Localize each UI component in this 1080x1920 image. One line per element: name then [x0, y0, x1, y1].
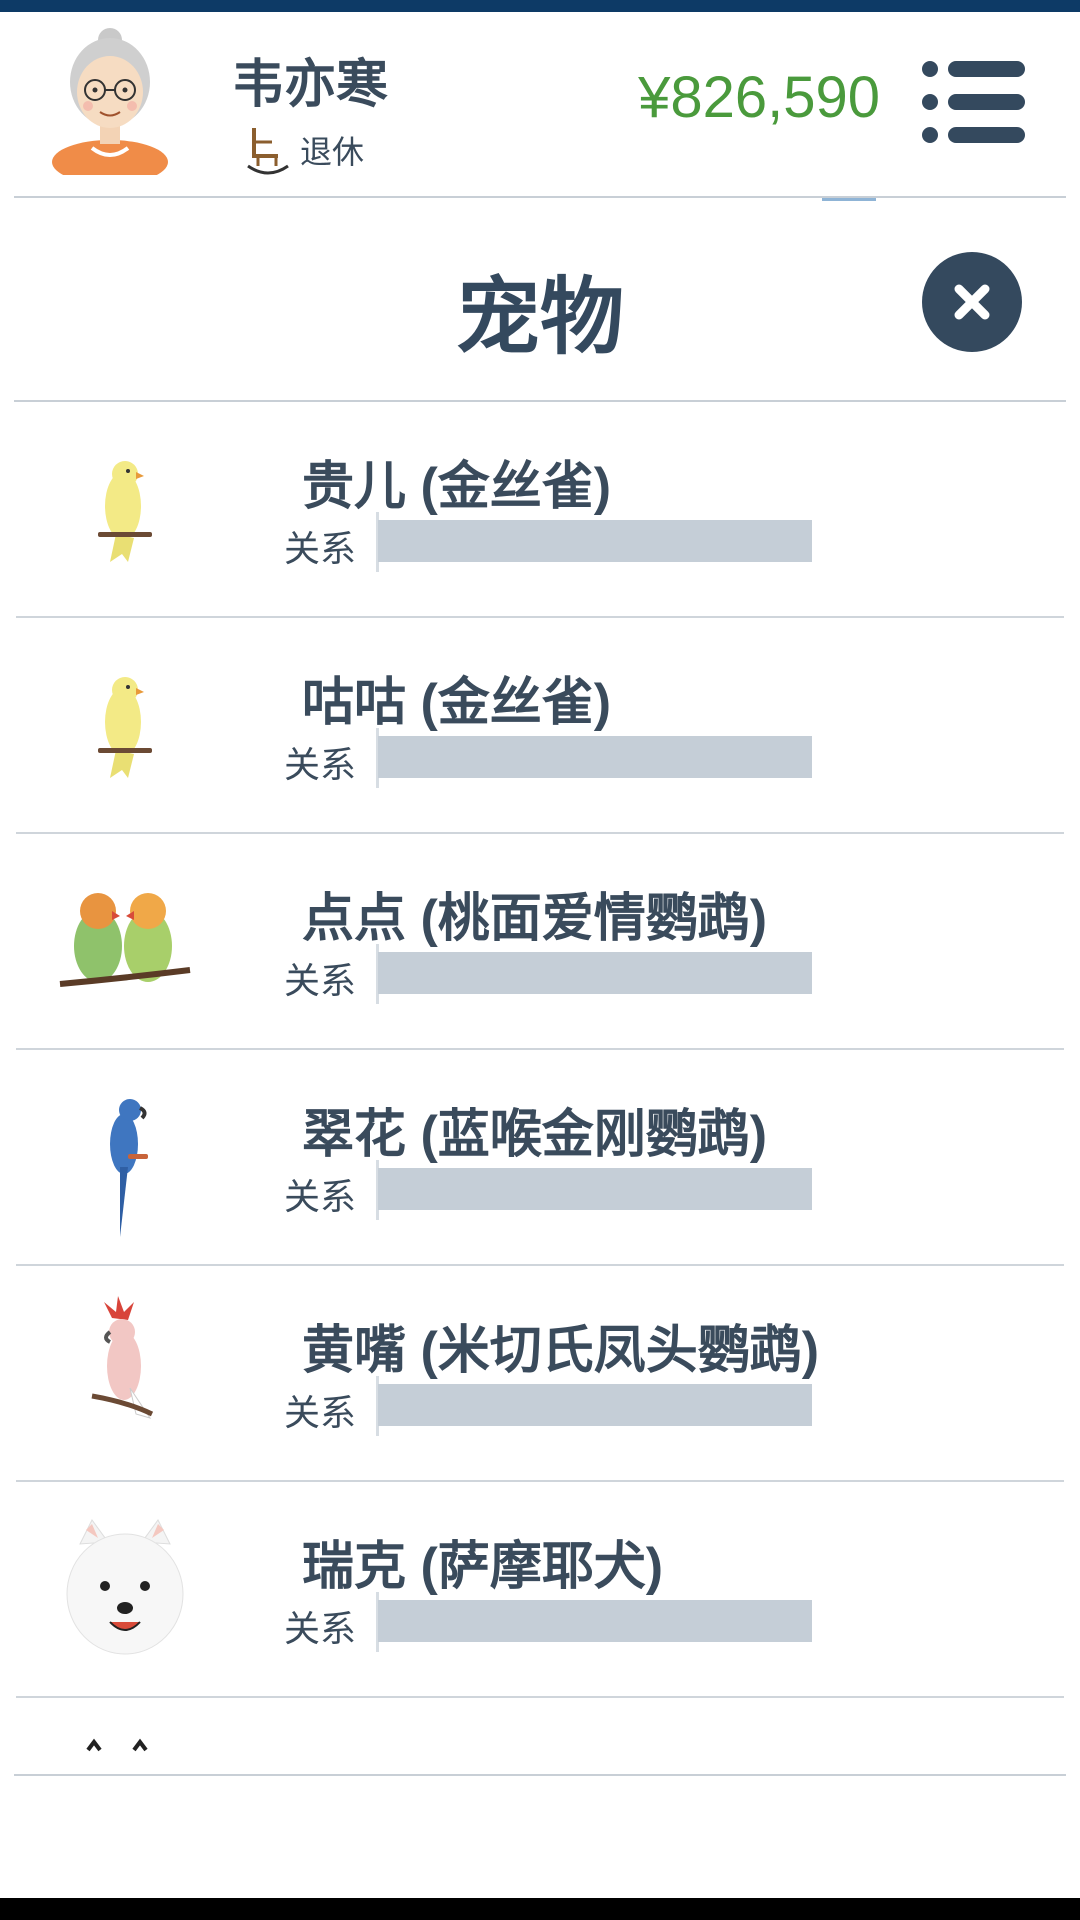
grandma-avatar[interactable] [50, 20, 170, 175]
relationship-bar [378, 520, 812, 562]
close-button[interactable] [922, 252, 1022, 352]
pet-row[interactable]: 贵儿 (金丝雀) 关系 [0, 402, 1080, 618]
panel-title: 宠物 [455, 270, 624, 364]
pet-name: 贵儿 (金丝雀) [302, 458, 612, 516]
profile-header: 韦亦寒 退休 ¥826,590 [0, 12, 1080, 197]
money-balance: ¥826,590 [638, 65, 880, 130]
samoyed-icon [66, 1519, 184, 1655]
pet-ears-icon [86, 1738, 148, 1752]
pet-name: 瑞克 (萨摩耶犬) [302, 1538, 664, 1596]
relationship-bar [378, 1600, 812, 1642]
life-status: 退休 [244, 124, 364, 176]
pet-name: 翠花 (蓝喉金刚鹦鹉) [302, 1106, 768, 1164]
pet-list: 贵儿 (金丝雀) 关系 咕咕 (金丝雀) 关系 点点 (桃面爱情鹦鹉) 关系 翠… [0, 402, 1080, 1698]
pet-name: 点点 (桃面爱情鹦鹉) [302, 890, 768, 948]
pet-name: 咕咕 (金丝雀) [302, 674, 612, 732]
status-bar-strip [0, 0, 1080, 12]
pet-row[interactable]: 黄嘴 (米切氏凤头鹦鹉) 关系 [0, 1266, 1080, 1482]
cockatoo-icon [91, 1296, 154, 1419]
pet-name: 黄嘴 (米切氏凤头鹦鹉) [302, 1322, 820, 1380]
pet-row[interactable]: 点点 (桃面爱情鹦鹉) 关系 [0, 834, 1080, 1050]
relationship-label: 关系 [284, 744, 357, 785]
pet-row[interactable]: 咕咕 (金丝雀) 关系 [0, 618, 1080, 834]
list-bottom-divider [14, 1774, 1066, 1776]
relationship-bar [378, 952, 812, 994]
scroll-accent [822, 198, 876, 201]
close-icon [954, 284, 990, 320]
lovebird-pair-icon [59, 893, 191, 987]
menu-icon[interactable] [920, 57, 1025, 147]
pet-row[interactable]: 瑞克 (萨摩耶犬) 关系 [0, 1482, 1080, 1698]
relationship-label: 关系 [284, 1176, 357, 1217]
header-divider [14, 196, 1066, 198]
relationship-bar [378, 736, 812, 778]
rocking-chair-icon [247, 128, 289, 175]
canary-icon [98, 677, 152, 778]
blue-macaw-icon [110, 1099, 148, 1237]
pet-row[interactable]: 翠花 (蓝喉金刚鹦鹉) 关系 [0, 1050, 1080, 1266]
navigation-bar-strip [0, 1898, 1080, 1920]
pet-row-partial[interactable] [0, 1700, 1080, 1776]
character-name: 韦亦寒 [232, 56, 389, 114]
relationship-label: 关系 [284, 960, 357, 1001]
canary-icon [98, 461, 152, 562]
relationship-bar [378, 1168, 812, 1210]
relationship-label: 关系 [284, 1392, 357, 1433]
relationship-label: 关系 [284, 1608, 357, 1649]
relationship-label: 关系 [284, 528, 357, 569]
relationship-bar [378, 1384, 812, 1426]
status-label: 退休 [300, 134, 365, 170]
